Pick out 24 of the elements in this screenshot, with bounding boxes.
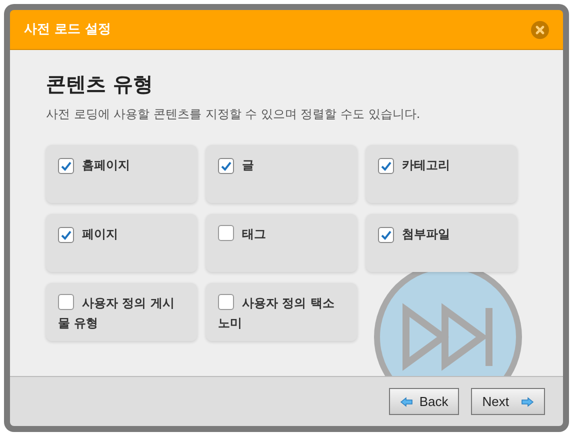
checkbox[interactable] (58, 294, 74, 310)
section-heading: 콘텐츠 유형 (46, 72, 154, 97)
checkbox[interactable] (378, 227, 394, 243)
content-type-option[interactable]: 태그 (206, 214, 357, 272)
content-type-option[interactable]: 페이지 (46, 214, 197, 272)
dialog-title: 사전 로드 설정 (24, 20, 112, 39)
back-button[interactable]: Back (389, 388, 460, 415)
checkbox[interactable] (58, 158, 74, 174)
content-type-option[interactable]: 카테고리 (366, 145, 517, 203)
next-button[interactable]: Next (471, 388, 545, 415)
right-arrow-icon (521, 396, 534, 406)
checkbox[interactable] (218, 294, 234, 310)
checkbox[interactable] (218, 225, 234, 241)
content-type-option[interactable]: 사용자 정의 게시물 유형 (46, 283, 197, 341)
content-type-option[interactable]: 첨부파일 (366, 214, 517, 272)
checkbox[interactable] (218, 158, 234, 174)
left-arrow-icon (400, 396, 414, 406)
checkbox[interactable] (378, 158, 394, 174)
content-type-option[interactable]: 사용자 정의 택소노미 (206, 283, 357, 341)
checkbox[interactable] (58, 227, 74, 243)
section-description: 사전 로딩에 사용할 콘텐츠를 지정할 수 있으며 정렬할 수도 있습니다. (46, 106, 422, 123)
close-icon (535, 24, 545, 34)
content-type-option[interactable]: 글 (206, 145, 357, 203)
content-type-option[interactable]: 홈페이지 (46, 145, 197, 203)
